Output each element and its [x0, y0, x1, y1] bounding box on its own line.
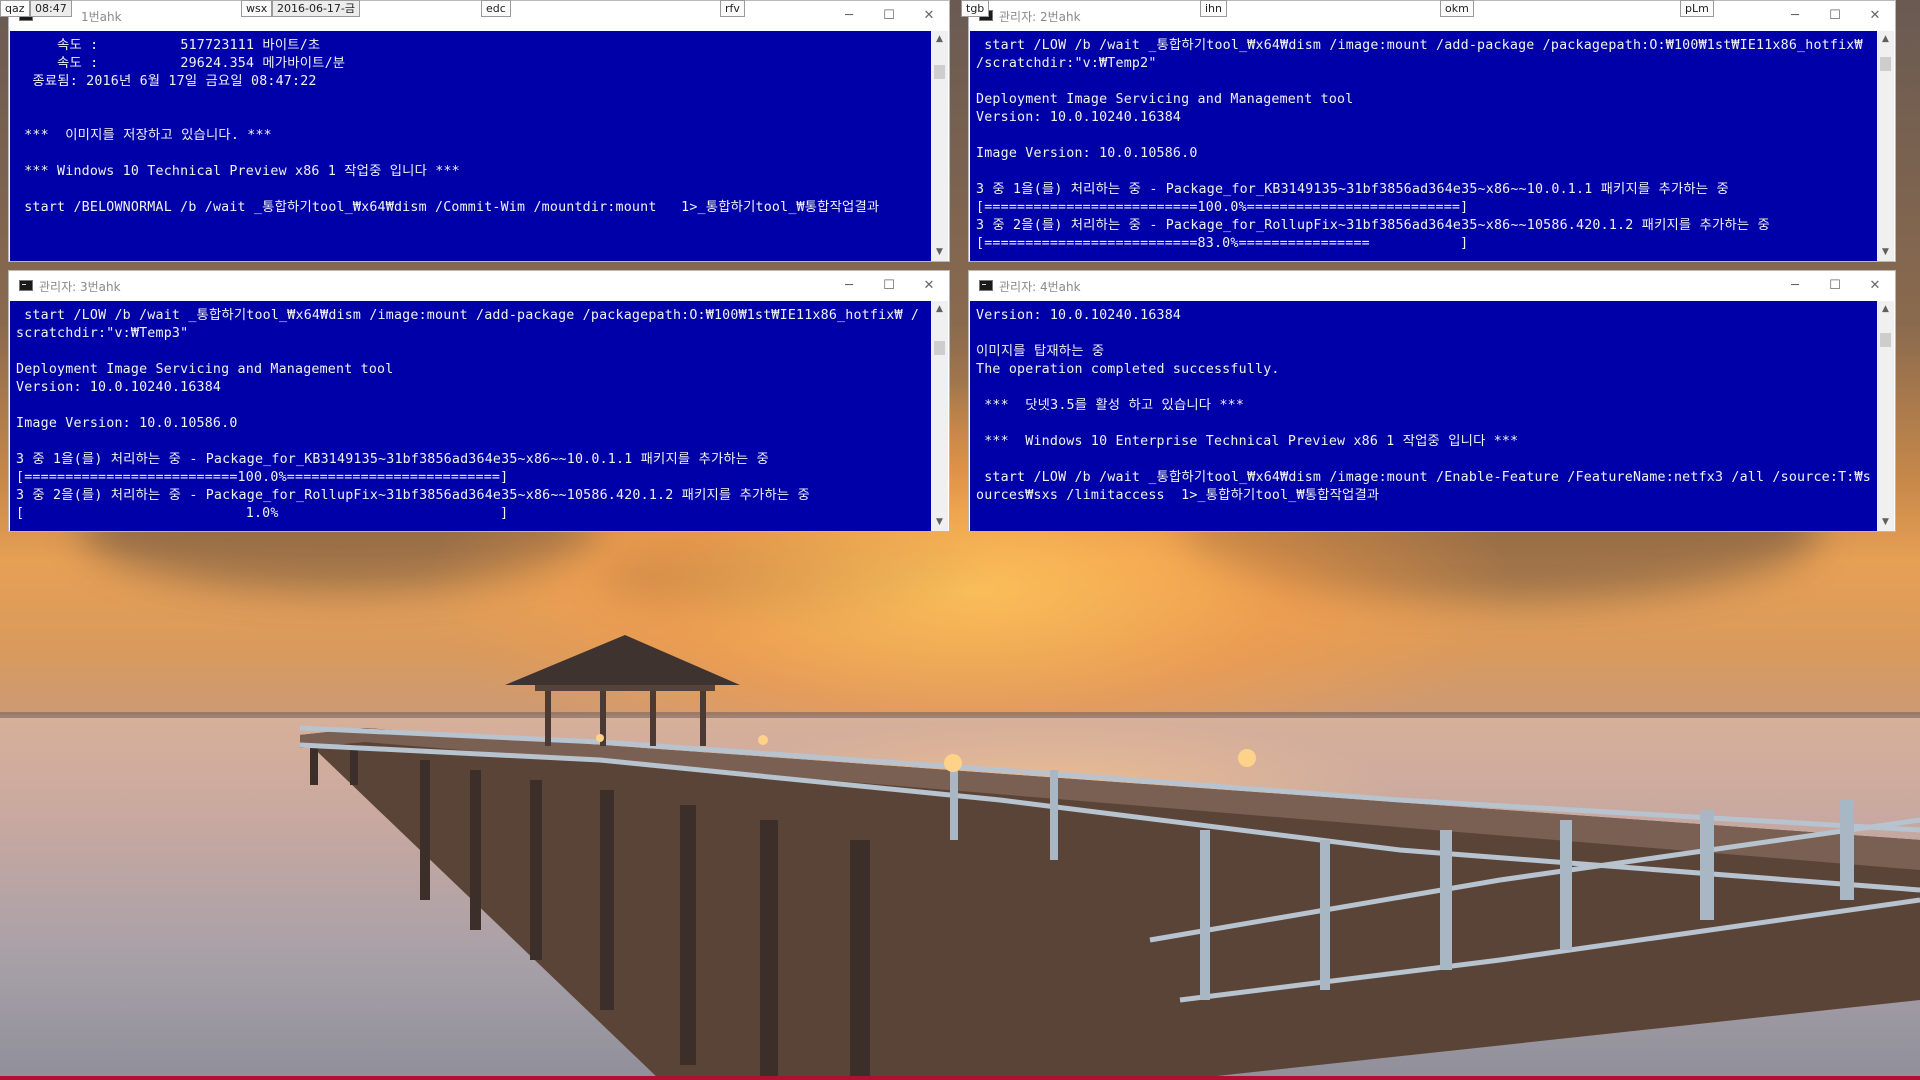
console-text: start /LOW /b /wait _통합하기tool_₩x64₩dism … — [976, 38, 1863, 251]
minimize-button[interactable]: ─ — [1775, 275, 1815, 297]
screen-bottom-line — [0, 1076, 1920, 1080]
maximize-button[interactable]: ☐ — [1815, 5, 1855, 27]
clock-label: 08:47 — [30, 0, 72, 17]
scroll-up-icon[interactable]: ▲ — [931, 31, 948, 48]
hotkey-label-qaz[interactable]: qaz — [0, 0, 30, 17]
cmd-icon — [19, 280, 33, 291]
minimize-button[interactable]: ─ — [829, 275, 869, 297]
window-titlebar[interactable]: 1번ahk ─ ☐ ✕ — [9, 1, 949, 31]
console-output[interactable]: Version: 10.0.10240.16384 이미지를 탑재하는 중 Th… — [970, 301, 1878, 531]
cmd-icon — [979, 280, 993, 291]
vertical-scrollbar[interactable]: ▲ ▼ — [931, 301, 948, 531]
maximize-button[interactable]: ☐ — [1815, 275, 1855, 297]
minimize-button[interactable]: ─ — [829, 5, 869, 27]
scroll-up-icon[interactable]: ▲ — [1877, 31, 1894, 48]
scroll-up-icon[interactable]: ▲ — [1877, 301, 1894, 318]
close-button[interactable]: ✕ — [1855, 5, 1895, 27]
console-window-2[interactable]: 관리자: 2번ahk ─ ☐ ✕ start /LOW /b /wait _통합… — [968, 0, 1896, 262]
hotkey-label-ihn[interactable]: ihn — [1200, 0, 1227, 17]
console-window-4[interactable]: 관리자: 4번ahk ─ ☐ ✕ Version: 10.0.10240.163… — [968, 270, 1896, 532]
scroll-thumb[interactable] — [1880, 333, 1891, 347]
vertical-scrollbar[interactable]: ▲ ▼ — [1877, 301, 1894, 531]
hotkey-label-okm[interactable]: okm — [1440, 0, 1474, 17]
console-text: 속도 : 517723111 바이트/초 속도 : 29624.354 메가바이… — [24, 38, 880, 215]
scroll-down-icon[interactable]: ▼ — [1877, 514, 1894, 531]
console-text: Version: 10.0.10240.16384 이미지를 탑재하는 중 Th… — [976, 308, 1871, 503]
minimize-button[interactable]: ─ — [1775, 5, 1815, 27]
console-window-3[interactable]: 관리자: 3번ahk ─ ☐ ✕ start /LOW /b /wait _통합… — [8, 270, 950, 532]
scroll-up-icon[interactable]: ▲ — [931, 301, 948, 318]
date-label: 2016-06-17-금 — [272, 0, 361, 17]
console-text: start /LOW /b /wait _통합하기tool_₩x64₩dism … — [16, 308, 920, 521]
window-titlebar[interactable]: 관리자: 3번ahk ─ ☐ ✕ — [9, 271, 949, 301]
console-output[interactable]: start /LOW /b /wait _통합하기tool_₩x64₩dism … — [970, 31, 1878, 261]
window-title: 1번ahk — [81, 10, 122, 24]
scroll-thumb[interactable] — [934, 341, 945, 355]
hotkey-label-wsx[interactable]: wsx — [241, 0, 273, 17]
console-output[interactable]: 속도 : 517723111 바이트/초 속도 : 29624.354 메가바이… — [10, 31, 932, 261]
vertical-scrollbar[interactable]: ▲ ▼ — [1877, 31, 1894, 261]
console-output[interactable]: start /LOW /b /wait _통합하기tool_₩x64₩dism … — [10, 301, 932, 531]
close-button[interactable]: ✕ — [909, 5, 949, 27]
scroll-down-icon[interactable]: ▼ — [1877, 244, 1894, 261]
window-titlebar[interactable]: 관리자: 4번ahk ─ ☐ ✕ — [969, 271, 1895, 301]
scroll-down-icon[interactable]: ▼ — [931, 514, 948, 531]
scroll-thumb[interactable] — [934, 65, 945, 79]
restore-button[interactable]: ☐ — [869, 5, 909, 27]
hotkey-label-rfv[interactable]: rfv — [720, 0, 745, 17]
hotkey-label-plm[interactable]: pLm — [1680, 0, 1714, 17]
scroll-thumb[interactable] — [1880, 57, 1891, 71]
console-window-1[interactable]: 1번ahk ─ ☐ ✕ 속도 : 517723111 바이트/초 속도 : 29… — [8, 0, 950, 262]
maximize-button[interactable]: ☐ — [869, 275, 909, 297]
hotkey-label-edc[interactable]: edc — [481, 0, 511, 17]
close-button[interactable]: ✕ — [909, 275, 949, 297]
window-title: 관리자: 4번ahk — [999, 280, 1081, 294]
window-title: 관리자: 2번ahk — [999, 10, 1081, 24]
hotkey-label-tgb[interactable]: tgb — [961, 0, 990, 17]
scroll-down-icon[interactable]: ▼ — [931, 244, 948, 261]
vertical-scrollbar[interactable]: ▲ ▼ — [931, 31, 948, 261]
window-title: 관리자: 3번ahk — [39, 280, 121, 294]
window-titlebar[interactable]: 관리자: 2번ahk ─ ☐ ✕ — [969, 1, 1895, 31]
close-button[interactable]: ✕ — [1855, 275, 1895, 297]
